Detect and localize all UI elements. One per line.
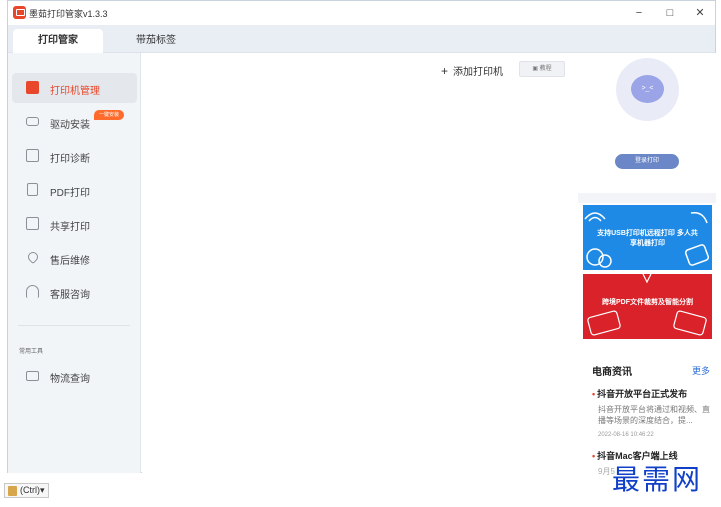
sidebar-item-label: PDF打印	[50, 188, 90, 199]
sidebar-divider	[18, 325, 130, 326]
watermark: 最需网	[612, 463, 703, 496]
sidebar-item-label: 共享打印	[50, 222, 90, 233]
sidebar-item-label: 客服咨询	[50, 290, 90, 301]
pdf-split-banner[interactable]: 跨境PDF文件裁剪及智能分割	[583, 274, 712, 339]
tutorial-label: 教程	[539, 66, 552, 72]
sidebar-item-printer-management[interactable]: 打印机管理	[12, 73, 137, 103]
sidebar-item-label: 打印机管理	[50, 86, 100, 97]
headset-icon	[26, 285, 39, 298]
sidebar-item-driver-install[interactable]: 驱动安装 一键安装	[12, 107, 137, 137]
sidebar: 打印机管理 驱动安装 一键安装 打印诊断 PDF打印 共享打印 售后维修 客服咨…	[8, 53, 141, 473]
tutorial-button[interactable]: ▣ 教程	[519, 61, 565, 77]
tools-section-title: 常用工具	[19, 349, 44, 355]
sidebar-item-print-diagnose[interactable]: 打印诊断	[12, 141, 137, 171]
news-section-title: 电商资讯	[592, 367, 632, 378]
drive-icon	[26, 117, 39, 126]
mascot-face-icon: >_<	[641, 85, 654, 92]
maximize-button[interactable]: □	[659, 5, 681, 21]
one-click-install-badge: 一键安装	[94, 110, 125, 120]
sidebar-item-share-print[interactable]: 共享打印	[12, 209, 137, 239]
mascot-icon: >_<	[631, 75, 664, 103]
clipboard-icon	[8, 486, 17, 496]
remote-print-banner[interactable]: 支持USB打印机远程打印 多人共享机器打印	[583, 205, 712, 270]
sidebar-item-after-sales[interactable]: 售后维修	[12, 243, 137, 273]
sidebar-item-label: 售后维修	[50, 256, 90, 267]
sidebar-item-label: 物流查询	[50, 374, 90, 385]
diagnose-icon	[26, 149, 39, 162]
play-icon: ▣	[532, 66, 540, 72]
sidebar-item-logistics[interactable]: 物流查询	[12, 361, 137, 391]
login-button[interactable]: 登录打印	[615, 154, 679, 169]
printer-icon	[26, 81, 39, 94]
right-panel: >_< 登录打印 支持USB打印机远程打印 多人共享机器打印 跨境PDF文件裁剪	[578, 53, 716, 476]
remote-print-banner-text: 支持USB打印机远程打印 多人共享机器打印	[597, 230, 698, 247]
news-headline[interactable]: 抖音开放平台正式发布	[592, 387, 687, 400]
title-bar: 墨茹打印管家v1.3.3 − □ ✕	[8, 1, 715, 25]
main-panel: + 添加打印机 ▣ 教程	[142, 53, 578, 473]
app-logo-icon	[13, 6, 26, 19]
paste-options-label: (Ctrl)▾	[20, 485, 45, 495]
app-title: 墨茹打印管家v1.3.3	[29, 9, 108, 19]
plus-icon: +	[441, 64, 449, 78]
close-button[interactable]: ✕	[689, 5, 711, 21]
news-summary: 抖音开放平台将通过和视频、直播等场景的深度结合，提...	[598, 405, 710, 425]
tab-print-manager[interactable]: 打印管家	[13, 29, 103, 53]
share-icon	[26, 217, 39, 230]
sidebar-item-label: 驱动安装	[50, 120, 90, 131]
pdf-icon	[27, 183, 38, 196]
paste-options-button[interactable]: (Ctrl)▾	[4, 483, 49, 498]
sidebar-item-customer-service[interactable]: 客服咨询	[12, 277, 137, 307]
truck-icon	[26, 371, 39, 381]
sidebar-item-pdf-print[interactable]: PDF打印	[12, 175, 137, 205]
app-window: 墨茹打印管家v1.3.3 − □ ✕ 打印管家 带茄标签 打印机管理 驱动安装 …	[7, 0, 716, 476]
tab-bar: 打印管家 带茄标签	[8, 25, 715, 53]
news-more-link[interactable]: 更多	[692, 364, 710, 377]
minimize-button[interactable]: −	[628, 5, 650, 21]
panel-separator	[578, 193, 716, 203]
add-printer-button[interactable]: + 添加打印机	[441, 63, 503, 78]
sidebar-item-label: 打印诊断	[50, 154, 90, 165]
wrench-icon	[25, 249, 41, 265]
pdf-split-banner-text: 跨境PDF文件裁剪及智能分割	[602, 299, 693, 306]
avatar[interactable]: >_<	[616, 58, 679, 121]
add-printer-label: 添加打印机	[453, 67, 504, 78]
news-date: 2022-08-16 10:46:22	[598, 432, 654, 438]
tab-label-print[interactable]: 带茄标签	[111, 29, 201, 53]
